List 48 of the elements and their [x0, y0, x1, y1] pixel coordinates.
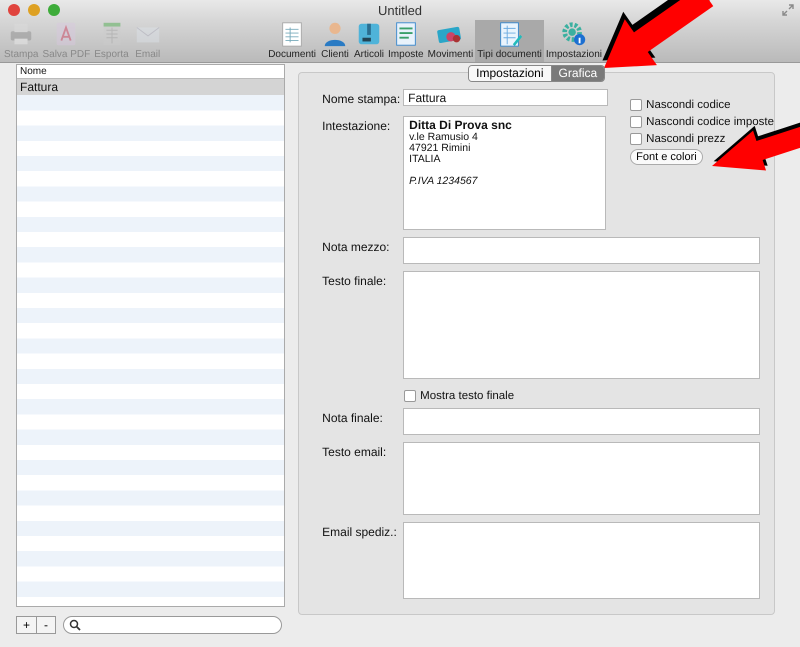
- window-title: Untitled: [378, 2, 422, 18]
- checkbox-label: Nascondi codice: [646, 98, 731, 110]
- minimize-icon[interactable]: [28, 4, 40, 16]
- list-button[interactable]: -: [36, 617, 55, 633]
- checkbox-label: Mostra testo finale: [420, 390, 514, 402]
- toolbar-button[interactable]: Tipi documenti: [475, 20, 544, 62]
- field-label: Nota finale:: [322, 410, 384, 427]
- text-line: ITALIA: [409, 154, 442, 165]
- checkbox-label: Nascondi prezz: [646, 132, 726, 144]
- checkbox[interactable]: [630, 98, 642, 110]
- zoom-icon[interactable]: [48, 4, 60, 16]
- text-area[interactable]: Ditta Di Prova snc v.le Ramusio 4 47921 Rimini ITALIA P.IVA 1234567: [403, 116, 606, 230]
- font-button[interactable]: Font e colori: [630, 149, 703, 165]
- tab[interactable]: Grafica: [550, 66, 604, 81]
- text-line: P.IVA 1234567: [409, 176, 479, 187]
- toolbar-button[interactable]: Clienti: [318, 20, 352, 62]
- input-field[interactable]: Fattura: [403, 89, 608, 106]
- search-icon: [69, 619, 81, 631]
- toolbar-button[interactable]: Impostazioni: [544, 20, 604, 62]
- close-icon[interactable]: [8, 4, 20, 16]
- text-area[interactable]: [403, 271, 760, 379]
- toolbar-button[interactable]: Documenti: [266, 20, 318, 62]
- toolbar-button[interactable]: Movimenti: [426, 20, 476, 62]
- search-field[interactable]: [63, 616, 282, 634]
- list-row[interactable]: Fattura: [17, 79, 284, 95]
- text-line: Ditta Di Prova snc: [409, 118, 513, 132]
- text-area[interactable]: [403, 522, 760, 599]
- text-line: v.le Ramusio 4: [409, 132, 479, 143]
- field-label: Testo email:: [322, 444, 388, 461]
- field-label: Testo finale:: [322, 273, 388, 290]
- input-field[interactable]: [403, 408, 760, 435]
- field-label: Intestazione:: [322, 118, 392, 135]
- text-line: 47921 Rimini: [409, 143, 472, 154]
- toolbar-button[interactable]: Articoli: [352, 20, 386, 62]
- toolbar-button[interactable]: Imposte: [386, 20, 426, 62]
- field-label: Nome stampa:: [322, 91, 402, 106]
- column-header[interactable]: Nome: [17, 65, 284, 79]
- field-label: Nota mezzo:: [322, 239, 391, 256]
- input-field[interactable]: [403, 237, 760, 264]
- text-area[interactable]: [403, 442, 760, 515]
- fullscreen-icon[interactable]: [782, 4, 794, 16]
- checkbox[interactable]: [404, 390, 416, 402]
- checkbox[interactable]: [630, 116, 642, 128]
- field-label: Email spediz.:: [322, 524, 398, 541]
- checkbox-label: Nascondi codice imposte: [646, 116, 774, 128]
- list-button[interactable]: +: [17, 617, 36, 633]
- tab[interactable]: Impostazioni: [469, 66, 551, 81]
- checkbox[interactable]: [630, 132, 642, 144]
